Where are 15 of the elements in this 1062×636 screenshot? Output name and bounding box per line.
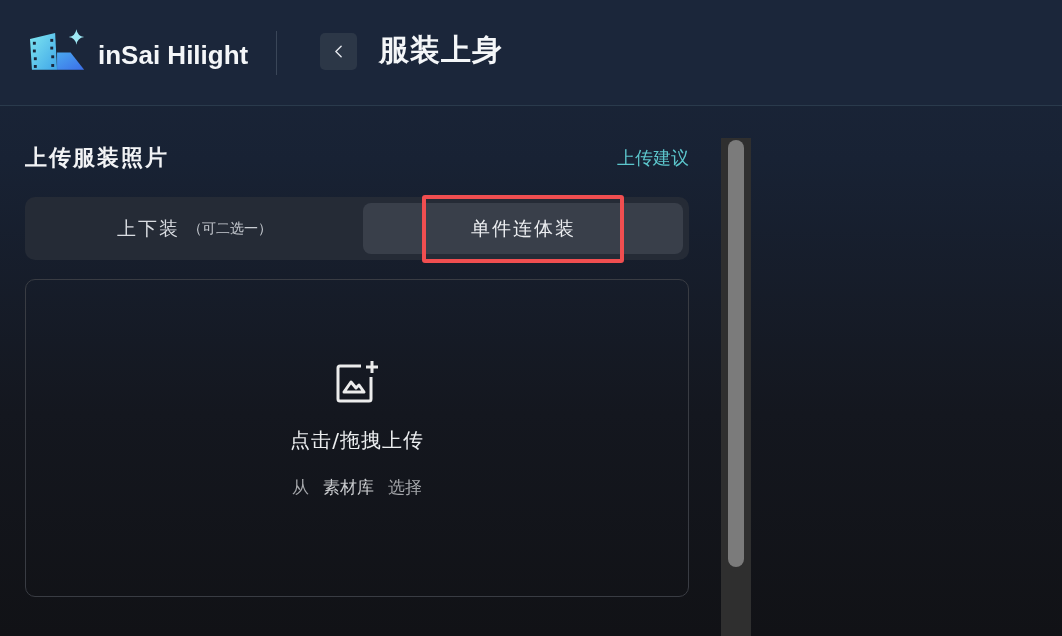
garment-type-tab[interactable]: 上下装 （可二选一） — [31, 203, 357, 254]
source-prefix-text: 从 — [292, 476, 309, 499]
app-name: inSai Hilight — [98, 40, 249, 71]
section-title: 上传服装照片 — [25, 144, 169, 172]
upload-prompt: 点击/拖拽上传 — [290, 427, 424, 454]
back-button[interactable] — [320, 33, 358, 70]
upload-tips-link[interactable]: 上传建议 — [617, 146, 689, 170]
add-image-icon — [335, 360, 379, 404]
chevron-left-icon — [335, 45, 343, 58]
material-library-link[interactable]: 素材库 — [323, 476, 374, 499]
scrollbar-track[interactable] — [721, 138, 751, 636]
source-suffix-text: 选择 — [388, 476, 422, 499]
page-title: 服装上身 — [379, 31, 504, 69]
upload-drop-area[interactable]: 点击/拖拽上传 从 素材库 选择 — [25, 279, 689, 597]
scrollbar-thumb[interactable] — [728, 140, 744, 567]
